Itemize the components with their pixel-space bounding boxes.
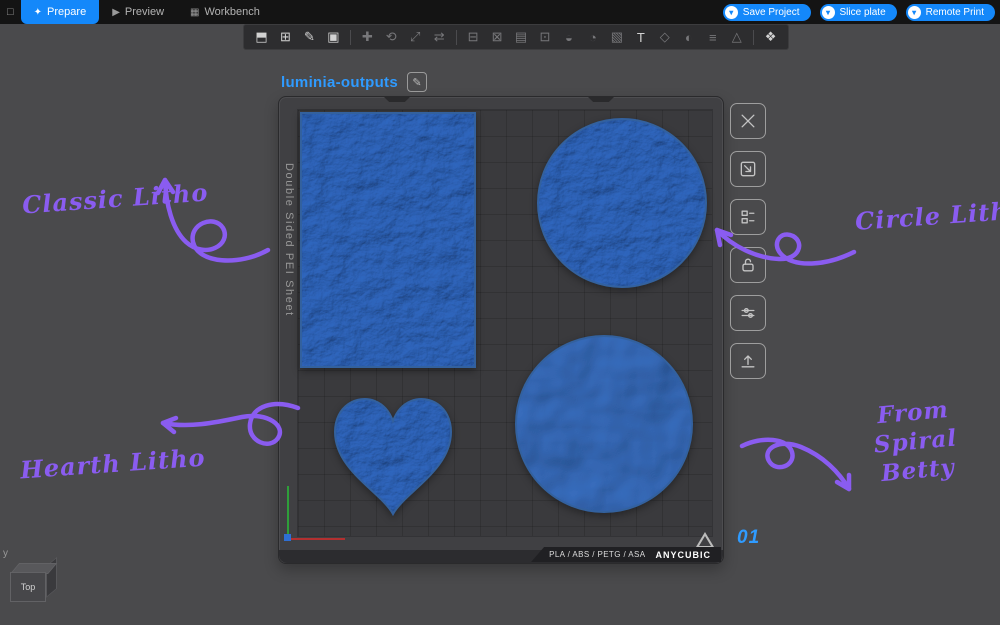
arrange-icon[interactable]: ❖: [760, 27, 781, 47]
lay-flat-button[interactable]: [730, 151, 766, 187]
top-bar: □ ✦ Prepare ▶ Preview ▦ Workbench ▾ Save…: [0, 0, 1000, 24]
viewcube[interactable]: Top: [10, 572, 46, 602]
lock-button[interactable]: [730, 247, 766, 283]
text-tool-icon[interactable]: T: [630, 27, 651, 47]
lock-icon: [742, 258, 754, 272]
circle-litho[interactable]: [536, 117, 708, 289]
fuzzy-skin-icon[interactable]: ▧: [606, 27, 627, 47]
toolbar-divider: [349, 29, 351, 45]
toolbar-divider: [753, 29, 755, 45]
plate-notch: [587, 96, 615, 102]
tab-workbench-label: Workbench: [204, 6, 260, 18]
viewcube-face-label: Top: [20, 582, 36, 592]
tab-workbench[interactable]: ▦ Workbench: [177, 0, 273, 24]
remote-print-label: Remote Print: [925, 6, 984, 18]
viewcube-axis-label: y: [3, 548, 8, 559]
move-icon[interactable]: ✚: [357, 27, 378, 47]
lift-object-button[interactable]: [730, 343, 766, 379]
seam-icon[interactable]: ◔: [582, 27, 603, 47]
add-plate-icon[interactable]: ⊞: [275, 27, 296, 47]
workbench-icon: ▦: [190, 6, 200, 18]
lay-flat-icon: [740, 161, 756, 177]
prepare-icon: ✦: [33, 6, 43, 18]
app-window-icon[interactable]: □: [7, 6, 14, 18]
material-label: PLA / ABS / PETG / ASA: [549, 550, 646, 559]
chevron-down-icon: ▾: [907, 5, 921, 19]
arrange-objects-button[interactable]: [730, 199, 766, 235]
tab-prepare[interactable]: ✦ Prepare: [20, 0, 100, 24]
save-project-label: Save Project: [742, 6, 800, 18]
height-range-icon[interactable]: ≡: [702, 27, 723, 47]
axis-origin-dot: [284, 534, 291, 541]
annotation-circle-litho: Circle Litho: [854, 195, 1000, 236]
arrange-objects-icon: [741, 210, 755, 224]
pencil-icon: ✎: [412, 76, 422, 89]
y-axis-line: [287, 486, 289, 539]
brand-label: ANYCUBIC: [655, 549, 711, 560]
topbar-actions: ▾ Save Project ▾ Slice plate ▾ Remote Pr…: [722, 3, 1000, 21]
adjust-sliders-icon: [741, 308, 755, 319]
plate-number: 01: [737, 527, 761, 548]
shape-icon[interactable]: ◇: [654, 27, 675, 47]
model-toolbar: ⬒ ⊞ ✎ ▣ ✚ ⟲ ⤢ ⇄ ⊟ ⊠ ▤ ⊡ ◒ ◔ ▧ T ◇ ◐ ≡ △ …: [243, 24, 789, 50]
hearth-litho[interactable]: [325, 388, 461, 524]
mirror-icon[interactable]: ⇄: [429, 27, 450, 47]
classic-litho[interactable]: [300, 112, 476, 368]
tab-prepare-label: Prepare: [47, 6, 87, 18]
add-image-icon[interactable]: ▣: [323, 27, 344, 47]
measure-icon[interactable]: △: [726, 27, 747, 47]
close-icon: [741, 114, 755, 128]
annotation-spiral-betty: From Spiral Betty: [830, 392, 1000, 492]
rename-plate-button[interactable]: ✎: [407, 72, 427, 92]
x-axis-line: [288, 538, 345, 540]
support-icon[interactable]: ◒: [558, 27, 579, 47]
plate-side-label: Double Sided PEI Sheet: [283, 163, 295, 317]
slice-plate-label: Slice plate: [839, 6, 886, 18]
slice-plate-button[interactable]: ▾ Slice plate: [819, 3, 897, 21]
chevron-down-icon: ▾: [724, 5, 738, 19]
remote-print-button[interactable]: ▾ Remote Print: [905, 3, 995, 21]
annotation-hearth-litho: Hearth Litho: [19, 442, 207, 485]
tab-preview-label: Preview: [124, 6, 165, 18]
spiral-betty-litho[interactable]: [514, 334, 694, 514]
object-tool-column: [730, 103, 766, 379]
split-icon[interactable]: ⊠: [487, 27, 508, 47]
slicer-window: □ ✦ Prepare ▶ Preview ▦ Workbench ▾ Save…: [0, 0, 1000, 625]
plate-notch: [383, 96, 411, 102]
rotate-icon[interactable]: ⟲: [381, 27, 402, 47]
preview-icon: ▶: [112, 6, 120, 18]
add-model-icon[interactable]: ⬒: [251, 27, 272, 47]
lift-arrow-icon: [741, 355, 755, 368]
tab-preview[interactable]: ▶ Preview: [99, 0, 177, 24]
scale-icon[interactable]: ⤢: [405, 27, 426, 47]
delete-object-button[interactable]: [730, 103, 766, 139]
heart-arrowhead: [160, 415, 179, 435]
lay-flat-icon[interactable]: ⊟: [463, 27, 484, 47]
chevron-down-icon: ▾: [821, 5, 835, 19]
annotation-classic-litho: Classic Litho: [21, 177, 210, 220]
toolbar-divider: [455, 29, 457, 45]
save-project-button[interactable]: ▾ Save Project: [722, 3, 811, 21]
clone-icon[interactable]: ⊡: [534, 27, 555, 47]
layers-icon[interactable]: ▤: [511, 27, 532, 47]
color-icon[interactable]: ◐: [678, 27, 699, 47]
plate-title: luminia-outputs: [281, 73, 398, 91]
plate-settings-tab[interactable]: PLA / ABS / PETG / ASA ANYCUBIC: [531, 547, 721, 562]
sketch-icon[interactable]: ✎: [299, 27, 320, 47]
adjust-button[interactable]: [730, 295, 766, 331]
plate-title-row: luminia-outputs ✎: [281, 72, 427, 92]
warning-triangle-inner: [699, 536, 711, 546]
